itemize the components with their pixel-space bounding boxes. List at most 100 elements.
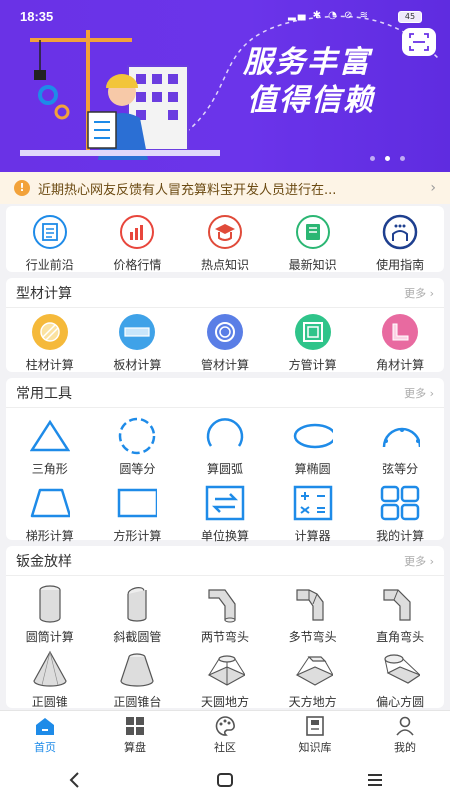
section-title: 钣金放样 bbox=[16, 553, 72, 570]
tab-knowledge[interactable]: 知识库 bbox=[270, 711, 360, 760]
cylinder-icon bbox=[39, 585, 61, 623]
home-circle-icon[interactable] bbox=[215, 770, 235, 790]
profile-icon bbox=[396, 716, 414, 736]
sheet-item-label: 正圆锥台 bbox=[113, 695, 162, 709]
sheet-item-label: 偏心方圆 bbox=[376, 695, 425, 709]
profile-item-plate[interactable]: 板材计算 bbox=[94, 312, 182, 373]
user-guide-icon bbox=[382, 214, 418, 250]
sheet-item-round-square[interactable]: 天圆地方 bbox=[181, 649, 269, 710]
quick-item-label: 热点知识 bbox=[200, 258, 249, 272]
ellipse-icon bbox=[293, 423, 333, 449]
tool-item-label: 单位换算 bbox=[200, 529, 249, 543]
tab-profile[interactable]: 我的 bbox=[360, 711, 450, 760]
quick-item-price[interactable]: 价格行情 bbox=[94, 212, 182, 273]
notice-text: 近期热心网友反馈有人冒充算料宝开发人员进行在... bbox=[38, 182, 337, 198]
tool-item-ellipse[interactable]: 算椭圆 bbox=[269, 416, 357, 477]
tool-item-calculator[interactable]: 计算器 bbox=[269, 483, 357, 544]
profile-item-label: 方管计算 bbox=[288, 358, 337, 372]
round-bar-icon bbox=[31, 314, 68, 350]
tool-item-rectangle[interactable]: 方形计算 bbox=[94, 483, 182, 544]
banner[interactable]: 18:35 ▂▄ ✱ ◔ ⊘ ≋ 45 服务丰富 值得信赖 bbox=[0, 0, 450, 172]
profile-item-angle[interactable]: 角材计算 bbox=[356, 312, 444, 373]
right-angle-elbow-icon bbox=[383, 589, 411, 621]
sheet-item-square-square[interactable]: 天方地方 bbox=[269, 649, 357, 710]
tool-item-triangle[interactable]: 三角形 bbox=[6, 416, 94, 477]
banner-line-2: 值得信赖 bbox=[247, 83, 375, 118]
multi-section-elbow-icon bbox=[295, 589, 324, 621]
quick-item-latest[interactable]: 最新知识 bbox=[269, 212, 357, 273]
scan-icon bbox=[409, 33, 429, 51]
circle-divide-icon bbox=[119, 417, 156, 455]
sheet-item-two-elbow[interactable]: 两节弯头 bbox=[181, 584, 269, 645]
profile-item-bar[interactable]: 柱材计算 bbox=[6, 312, 94, 373]
sheet-item-label: 正圆锥 bbox=[31, 695, 68, 709]
sheet-item-cone[interactable]: 正圆锥 bbox=[6, 649, 94, 710]
section-sheet-metal: 钣金放样 更多 › 圆筒计算 斜截圆管 两节弯头 多节弯头 直角弯头 正圆锥 正… bbox=[6, 546, 444, 710]
quick-menu: 行业前沿 价格行情 热点知识 最新知识 使用指南 bbox=[6, 206, 444, 272]
arc-icon bbox=[206, 418, 244, 447]
profile-item-label: 柱材计算 bbox=[25, 358, 74, 372]
warning-icon: ! bbox=[14, 180, 30, 196]
more-link[interactable]: 更多 › bbox=[404, 553, 434, 569]
quick-item-guide[interactable]: 使用指南 bbox=[356, 212, 444, 273]
profile-item-label: 角材计算 bbox=[376, 358, 425, 372]
sheet-item-label: 直角弯头 bbox=[376, 630, 425, 644]
banner-dots bbox=[370, 156, 405, 161]
unit-convert-icon bbox=[205, 485, 245, 521]
angle-steel-icon bbox=[382, 314, 419, 350]
grid-four-icon bbox=[380, 485, 420, 521]
notice-bar[interactable]: ! 近期热心网友反馈有人冒充算料宝开发人员进行在... › bbox=[0, 172, 450, 204]
square-tube-icon bbox=[294, 314, 331, 350]
quick-item-label: 最新知识 bbox=[288, 258, 337, 272]
profile-item-square-tube[interactable]: 方管计算 bbox=[269, 312, 357, 373]
chord-divide-icon bbox=[382, 427, 421, 448]
profile-item-label: 管材计算 bbox=[200, 358, 249, 372]
sheet-item-right-elbow[interactable]: 直角弯头 bbox=[356, 584, 444, 645]
scan-button[interactable] bbox=[402, 28, 436, 56]
banner-dot bbox=[370, 156, 375, 161]
tool-item-arc[interactable]: 算圆弧 bbox=[181, 416, 269, 477]
sheet-item-oblique[interactable]: 斜截圆管 bbox=[94, 584, 182, 645]
round-to-square-icon bbox=[207, 655, 245, 686]
quick-item-label: 使用指南 bbox=[376, 258, 425, 272]
tool-item-chord-divide[interactable]: 弦等分 bbox=[356, 416, 444, 477]
tab-community[interactable]: 社区 bbox=[180, 711, 270, 760]
quick-item-hot[interactable]: 热点知识 bbox=[181, 212, 269, 273]
sheet-item-label: 天圆地方 bbox=[200, 695, 249, 709]
tool-item-label: 圆等分 bbox=[119, 462, 156, 476]
document-list-icon bbox=[32, 215, 67, 249]
menu-icon[interactable] bbox=[365, 770, 385, 790]
sheet-item-cylinder[interactable]: 圆筒计算 bbox=[6, 584, 94, 645]
tab-label: 我的 bbox=[394, 741, 416, 754]
eccentric-transition-icon bbox=[384, 654, 421, 684]
back-icon[interactable] bbox=[65, 770, 85, 790]
calculator-icon bbox=[293, 485, 332, 521]
sheet-item-label: 两节弯头 bbox=[200, 630, 249, 644]
sheet-item-frustum[interactable]: 正圆锥台 bbox=[94, 649, 182, 710]
tool-item-label: 算椭圆 bbox=[294, 462, 331, 476]
sheet-item-label: 斜截圆管 bbox=[113, 630, 162, 644]
sheet-item-multi-elbow[interactable]: 多节弯头 bbox=[269, 584, 357, 645]
bar-chart-icon bbox=[120, 215, 155, 249]
grid-icon bbox=[126, 717, 144, 735]
bottom-tab-bar: 首页 算盘 社区 知识库 我的 bbox=[0, 710, 450, 760]
tab-home[interactable]: 首页 bbox=[0, 711, 90, 760]
sheet-item-eccentric[interactable]: 偏心方圆 bbox=[356, 649, 444, 710]
tool-item-unit-convert[interactable]: 单位换算 bbox=[181, 483, 269, 544]
tool-item-circle-divide[interactable]: 圆等分 bbox=[94, 416, 182, 477]
sheet-item-label: 圆筒计算 bbox=[25, 630, 74, 644]
status-icons: ▂▄ ✱ ◔ ⊘ ≋ bbox=[288, 10, 370, 21]
tool-item-my-calc[interactable]: 我的计算 bbox=[356, 483, 444, 544]
tab-abacus[interactable]: 算盘 bbox=[90, 711, 180, 760]
status-time: 18:35 bbox=[20, 9, 54, 24]
sheet-item-label: 多节弯头 bbox=[288, 630, 337, 644]
graduation-cap-icon bbox=[207, 215, 242, 249]
tab-label: 知识库 bbox=[298, 741, 332, 754]
more-link[interactable]: 更多 › bbox=[404, 285, 434, 301]
tool-item-trapezoid[interactable]: 梯形计算 bbox=[6, 483, 94, 544]
profile-item-pipe[interactable]: 管材计算 bbox=[181, 312, 269, 373]
more-link[interactable]: 更多 › bbox=[404, 385, 434, 401]
cone-icon bbox=[33, 650, 67, 687]
oblique-cut-pipe-icon bbox=[127, 587, 147, 622]
quick-item-industry[interactable]: 行业前沿 bbox=[6, 212, 94, 273]
